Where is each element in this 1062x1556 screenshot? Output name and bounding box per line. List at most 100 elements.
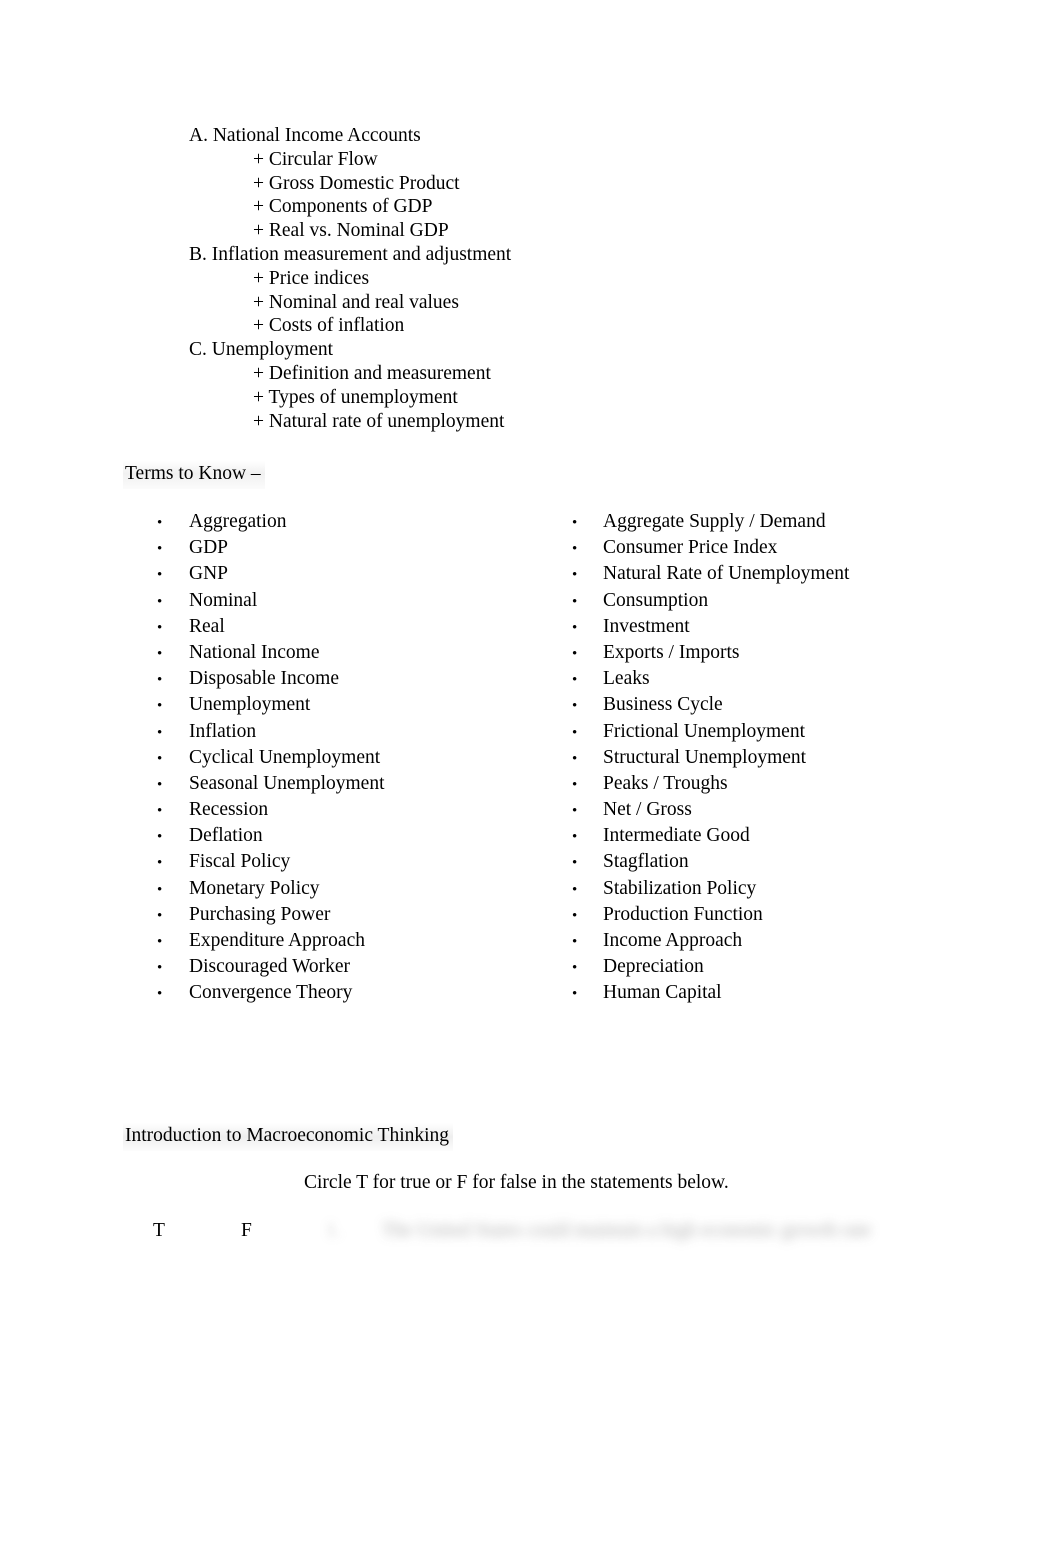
- term-label: Real: [189, 615, 225, 637]
- outline-row: + Natural rate of unemployment: [253, 410, 505, 432]
- term-label: Inflation: [189, 720, 257, 742]
- list-item: • Discouraged Worker: [157, 954, 385, 980]
- bullet-icon: •: [572, 829, 578, 846]
- list-item: • Depreciation: [572, 954, 849, 980]
- list-item: • Aggregate Supply / Demand: [572, 509, 849, 535]
- bullet-icon: •: [572, 619, 578, 636]
- bullet-icon: •: [157, 593, 163, 610]
- term-label: Investment: [603, 615, 690, 637]
- outline-row: + Circular Flow: [253, 148, 378, 170]
- term-label: Recession: [189, 799, 269, 821]
- bullet-icon: •: [157, 724, 163, 741]
- term-label: Fiscal Policy: [189, 851, 291, 873]
- bullet-icon: •: [157, 881, 163, 898]
- term-label: Consumer Price Index: [603, 537, 778, 559]
- list-item: • Leaks: [572, 666, 849, 692]
- bullet-icon: •: [157, 698, 163, 715]
- list-item: • Expenditure Approach: [157, 928, 385, 954]
- term-label: Structural Unemployment: [603, 746, 807, 768]
- list-item: • Natural Rate of Unemployment: [572, 561, 849, 587]
- term-label: GNP: [189, 563, 229, 585]
- list-item: • Business Cycle: [572, 692, 849, 718]
- terms-right-column: • Aggregate Supply / Demand • Consumer Pri…: [572, 509, 849, 1007]
- term-label: Discouraged Worker: [189, 956, 351, 978]
- bullet-icon: •: [572, 515, 578, 531]
- bullet-icon: •: [572, 776, 578, 793]
- bullet-icon: •: [157, 672, 163, 689]
- outline-row: + Types of unemployment: [253, 386, 458, 408]
- list-item: • Peaks / Troughs: [572, 771, 849, 797]
- list-item: • Stabilization Policy: [572, 876, 849, 902]
- bullet-icon: •: [157, 907, 163, 924]
- outline-row: + Components of GDP: [253, 196, 433, 218]
- outline-row: A. National Income Accounts: [189, 125, 421, 146]
- bullet-icon: •: [157, 803, 163, 820]
- term-label: Production Function: [603, 903, 763, 925]
- list-item: • Deflation: [157, 823, 385, 849]
- list-item: • Exports / Imports: [572, 640, 849, 666]
- term-label: Nominal: [189, 589, 258, 611]
- outline-row: + Nominal and real values: [253, 291, 459, 313]
- term-label: Consumption: [603, 589, 709, 611]
- term-label: Convergence Theory: [189, 982, 353, 1004]
- term-label: Depreciation: [603, 956, 704, 978]
- term-label: Natural Rate of Unemployment: [603, 563, 850, 585]
- term-label: Frictional Unemployment: [603, 720, 806, 742]
- true-false-row: T F 1. The United States could maintain …: [0, 1218, 1062, 1260]
- bullet-icon: •: [572, 907, 578, 924]
- list-item: • Structural Unemployment: [572, 745, 849, 771]
- bullet-icon: •: [157, 567, 163, 584]
- term-label: Stabilization Policy: [603, 877, 757, 899]
- section-heading: Introduction to Macroeconomic Thinking: [123, 1123, 454, 1151]
- outline-row: + Definition and measurement: [253, 362, 491, 384]
- bullet-icon: •: [572, 724, 578, 741]
- list-item: • Unemployment: [157, 692, 385, 718]
- bullet-icon: •: [572, 803, 578, 820]
- bullet-icon: •: [572, 934, 578, 950]
- term-label: Leaks: [603, 668, 650, 690]
- list-item: • Fiscal Policy: [157, 849, 385, 875]
- outline-row: + Real vs. Nominal GDP: [253, 220, 449, 242]
- term-label: Income Approach: [603, 930, 743, 951]
- term-label: Deflation: [189, 825, 263, 847]
- outline-row: + Costs of inflation: [253, 315, 405, 337]
- list-item: • Recession: [157, 797, 385, 823]
- list-item: • Nominal: [157, 588, 385, 614]
- bullet-icon: •: [572, 541, 578, 558]
- term-label: Purchasing Power: [189, 903, 331, 925]
- quiz-instruction: Circle T for true or F for false in the …: [304, 1172, 729, 1193]
- bullet-icon: •: [157, 986, 163, 1003]
- false-option[interactable]: F: [241, 1218, 252, 1244]
- bullet-icon: •: [572, 750, 578, 767]
- term-label: Monetary Policy: [189, 877, 320, 899]
- bullet-icon: •: [572, 645, 578, 662]
- document-page: A. National Income Accounts + Circular F…: [0, 0, 1062, 1556]
- list-item: • Income Approach: [572, 928, 849, 954]
- term-label: Business Cycle: [603, 694, 723, 716]
- bullet-icon: •: [157, 645, 163, 662]
- bullet-icon: •: [572, 986, 578, 1003]
- question-number: 1.: [326, 1220, 341, 1241]
- true-option[interactable]: T: [153, 1218, 165, 1244]
- list-item: • Stagflation: [572, 849, 849, 875]
- term-label: Unemployment: [189, 694, 311, 716]
- list-item: • Frictional Unemployment: [572, 719, 849, 745]
- list-item: • Inflation: [157, 719, 385, 745]
- list-item: • Cyclical Unemployment: [157, 745, 385, 771]
- list-item: • Aggregation: [157, 509, 385, 535]
- term-label: Intermediate Good: [603, 825, 750, 847]
- list-item: • Monetary Policy: [157, 876, 385, 902]
- bullet-icon: •: [572, 960, 578, 977]
- bullet-icon: •: [572, 881, 578, 898]
- question-statement: The United States could maintain a high …: [382, 1220, 871, 1241]
- list-item: • Consumption: [572, 588, 849, 614]
- bullet-icon: •: [572, 698, 578, 715]
- term-label: Aggregate Supply / Demand: [603, 511, 826, 532]
- outline-row: B. Inflation measurement and adjustment: [189, 243, 512, 265]
- term-label: Cyclical Unemployment: [189, 746, 381, 768]
- bullet-icon: •: [157, 855, 163, 872]
- list-item: • Disposable Income: [157, 666, 385, 692]
- bullet-icon: •: [572, 672, 578, 689]
- bullet-icon: •: [572, 593, 578, 610]
- outline-row: C. Unemployment: [189, 339, 334, 361]
